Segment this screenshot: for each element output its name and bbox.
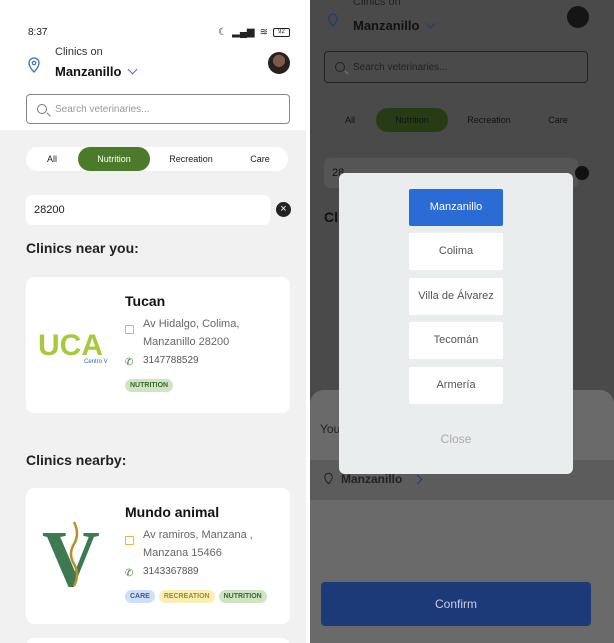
search-bar: Search veterinaries...	[324, 51, 588, 83]
logo-text: UCA	[38, 329, 103, 362]
tag-badge: CARE	[125, 590, 155, 603]
clinics-near-heading: Clinics near you:	[26, 240, 139, 256]
clear-icon[interactable]: ×	[276, 202, 291, 217]
tag-badge: NUTRITION	[218, 590, 267, 603]
sheet-heading: You	[320, 422, 341, 436]
clinic-logo: UCA Centro V	[38, 329, 108, 365]
clinic-name: Mundo animal	[125, 504, 220, 520]
city-picker-modal: Manzanillo Colima Villa de Álvarez Tecom…	[339, 173, 573, 474]
map-icon	[125, 325, 134, 334]
search-icon	[37, 104, 47, 114]
city-name: Manzanillo	[55, 64, 122, 79]
clinic-phone[interactable]: 3147788529	[143, 355, 199, 366]
phone-icon: ✆	[125, 357, 134, 368]
status-bar: 8:37 ☾ ▂▄▆ ≋ 92	[28, 24, 290, 40]
city-selector[interactable]: Manzanillo	[55, 64, 138, 79]
clear-icon	[575, 166, 589, 180]
clinic-address: Av Hidalgo, Colima, Manzanillo 28200	[143, 318, 240, 348]
moon-icon: ☾	[218, 26, 228, 38]
wifi-icon: ≋	[259, 26, 268, 38]
phone-icon: ✆	[125, 568, 134, 579]
close-button[interactable]: Close	[339, 432, 573, 446]
clinic-logo: V	[42, 516, 100, 594]
tab-nutrition[interactable]: Nutrition	[78, 147, 150, 171]
confirm-button[interactable]: Confirm	[321, 582, 591, 626]
tag-list: NUTRITION	[125, 379, 174, 392]
search-icon	[335, 62, 345, 72]
tag-badge: RECREATION	[158, 590, 215, 603]
tag-list: CARE RECREATION NUTRITION	[125, 590, 267, 603]
city-name: Manzanillo	[353, 18, 420, 33]
tab-care[interactable]: Care	[232, 147, 288, 171]
logo-subtext: Centro V	[84, 359, 108, 365]
search-placeholder: Search veterinaries...	[353, 61, 448, 73]
search-bar[interactable]	[26, 94, 290, 124]
status-time: 8:37	[28, 26, 48, 38]
tag-badge: NUTRITION	[125, 379, 174, 392]
chevron-down-icon	[128, 64, 138, 75]
screen: 8:37 ☾ ▂▄▆ ≋ 92 Clinics on Manzanillo Se…	[0, 0, 614, 643]
tab-all[interactable]: All	[26, 147, 78, 171]
signal-icon: ▂▄▆	[232, 26, 255, 38]
city-option-villa-de-alvarez[interactable]: Villa de Álvarez	[409, 278, 503, 315]
location-pin-icon	[324, 472, 333, 485]
zip-code-field[interactable]: 28200	[26, 195, 270, 225]
clinic-phone[interactable]: 3143367889	[143, 566, 199, 577]
category-tabs: All Nutrition Recreation Care	[26, 147, 288, 171]
clinics-screen: 8:37 ☾ ▂▄▆ ≋ 92 Clinics on Manzanillo Se…	[0, 0, 306, 643]
battery-icon: 92	[273, 27, 290, 37]
clinics-nearby-heading: Clinics nearby:	[26, 452, 127, 468]
city-option-manzanillo[interactable]: Manzanillo	[409, 189, 503, 226]
clinics-on-label: Clinics on	[55, 46, 103, 58]
tab-care: Care	[548, 115, 568, 125]
location-row-label: Manzanillo	[341, 472, 403, 486]
clinic-card[interactable]: UCA Centro V Tucan Av Hidalgo, Colima, M…	[26, 277, 290, 413]
chevron-down-icon	[426, 18, 436, 29]
tab-recreation[interactable]: Recreation	[150, 147, 232, 171]
avatar	[567, 6, 589, 28]
tab-nutrition: Nutrition	[376, 108, 448, 132]
category-tabs: All Nutrition Recreation Care	[324, 108, 588, 132]
tab-recreation: Recreation	[467, 115, 511, 125]
clinic-card-partial	[26, 638, 290, 643]
status-icons: ☾ ▂▄▆ ≋ 92	[218, 27, 290, 38]
city-option-tecoman[interactable]: Tecomán	[409, 322, 503, 359]
clinics-on-label: Clinics on	[353, 0, 401, 8]
city-option-armeria[interactable]: Armería	[409, 367, 503, 404]
avatar[interactable]	[268, 52, 290, 74]
app-header: 8:37 ☾ ▂▄▆ ≋ 92 Clinics on Manzanillo	[0, 0, 306, 130]
city-option-colima[interactable]: Colima	[409, 233, 503, 270]
city-selector: Manzanillo	[353, 18, 436, 33]
tab-all: All	[344, 115, 355, 125]
clinic-address: Av ramiros, Manzana , Manzana 15466	[143, 529, 253, 559]
clinic-name: Tucan	[125, 293, 166, 309]
clinic-card[interactable]: V Mundo animal Av ramiros, Manzana , Man…	[26, 488, 290, 624]
search-input[interactable]	[55, 103, 255, 115]
location-pin-icon	[328, 13, 338, 27]
city-picker-screen: Clinics on Manzanillo Search veterinarie…	[310, 0, 614, 643]
location-pin-icon	[28, 57, 40, 73]
map-icon	[125, 536, 134, 545]
